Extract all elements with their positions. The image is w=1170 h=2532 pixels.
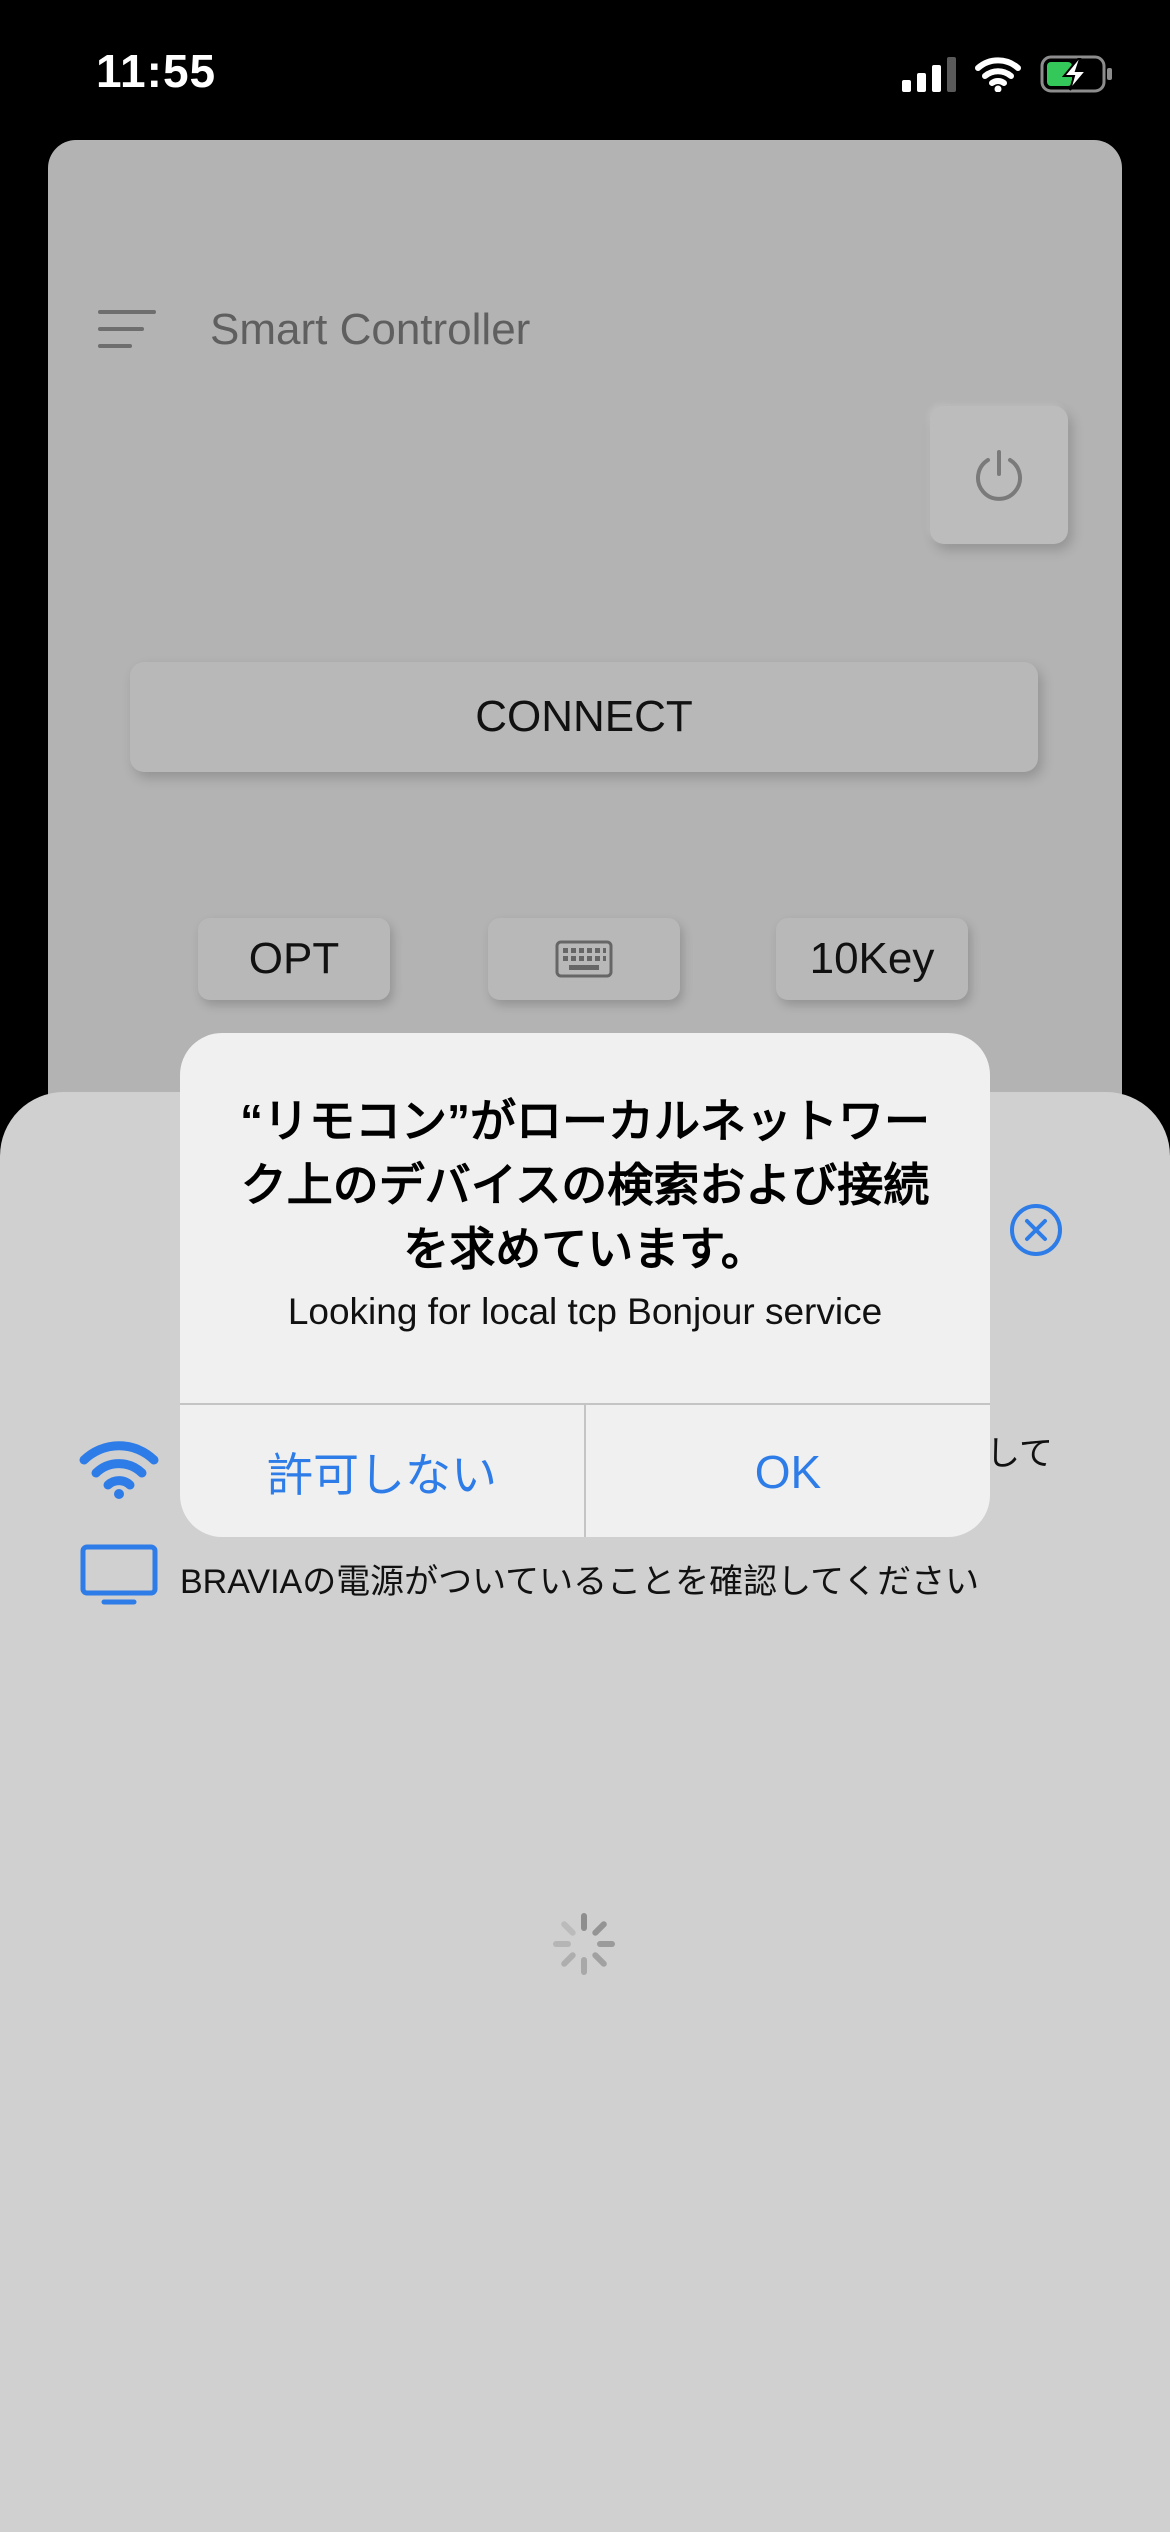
tv-hint-text: BRAVIAの電源がついていることを確認してください bbox=[180, 1563, 980, 1601]
status-bar: 11:55 bbox=[0, 0, 1170, 140]
opt-button[interactable]: OPT bbox=[198, 918, 390, 1000]
close-icon[interactable] bbox=[1008, 1202, 1064, 1258]
loading-spinner-icon bbox=[553, 1913, 615, 1975]
dialog-message: Looking for local tcp Bonjour service bbox=[287, 1291, 883, 1332]
wifi-icon bbox=[975, 57, 1021, 92]
dialog-title: “リモコン”がローカルネットワーク上のデバイスの検索および接続を求めています。 bbox=[240, 1095, 930, 1275]
dialog-actions: 許可しない OK bbox=[180, 1403, 990, 1537]
tenkey-button[interactable]: 10Key bbox=[776, 918, 968, 1000]
deny-button[interactable]: 許可しない bbox=[180, 1405, 584, 1537]
wifi-hint-text: して bbox=[986, 1435, 1053, 1473]
keyboard-icon bbox=[555, 940, 613, 978]
status-icons bbox=[902, 52, 1114, 96]
ok-button[interactable]: OK bbox=[586, 1405, 990, 1537]
power-icon bbox=[976, 450, 1022, 501]
connect-button[interactable]: CONNECT bbox=[130, 662, 1038, 772]
permission-dialog: “リモコン”がローカルネットワーク上のデバイスの検索および接続を求めています。 … bbox=[180, 1033, 990, 1537]
tv-icon bbox=[80, 1544, 158, 1605]
app-title: Smart Controller bbox=[210, 305, 531, 354]
keyboard-button[interactable] bbox=[488, 918, 680, 1000]
status-time: 11:55 bbox=[96, 45, 217, 97]
power-button[interactable] bbox=[930, 406, 1068, 544]
menu-icon[interactable] bbox=[98, 310, 158, 350]
battery-charging-icon bbox=[1040, 55, 1112, 93]
wifi-icon bbox=[79, 1441, 159, 1499]
cellular-signal-icon bbox=[902, 56, 956, 92]
